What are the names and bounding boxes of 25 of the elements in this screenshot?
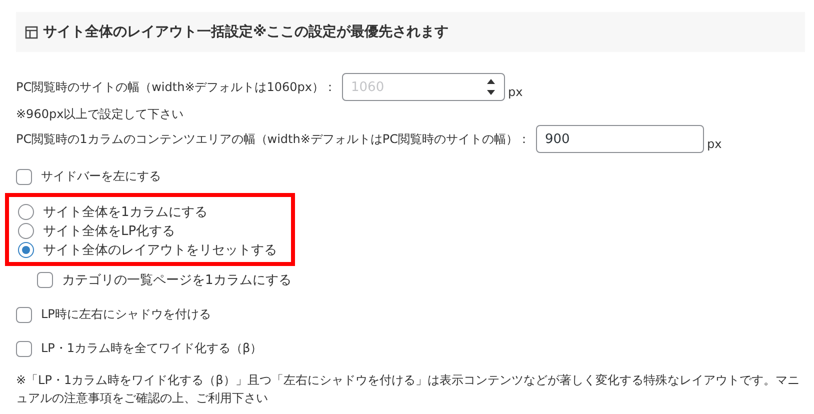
checkbox[interactable] bbox=[37, 272, 53, 288]
field-note: ※960px以上で設定して下さい bbox=[16, 106, 185, 123]
radio-button[interactable] bbox=[18, 242, 34, 258]
radio-button[interactable] bbox=[18, 204, 34, 220]
checkbox[interactable] bbox=[16, 340, 32, 356]
footnote: ※「LP・1カラム時をワイド化する（β）」且つ「左右にシャドウを付ける」は表示コンテンツなどが著しく変化する特殊なレイアウトです。マニュアルの注意事項をご確認の上、ご利用下さい bbox=[16, 372, 800, 407]
radio-label: サイト全体を1カラムにする bbox=[43, 204, 208, 220]
unit-label: px bbox=[707, 137, 722, 151]
checkbox[interactable] bbox=[16, 306, 32, 322]
field-label: PC閲覧時のサイトの幅（width※デフォルトは1060px）： bbox=[16, 78, 336, 96]
checkbox-label: サイドバーを左にする bbox=[41, 168, 161, 185]
input-field[interactable]: 900 bbox=[536, 125, 704, 153]
number-field[interactable]: 1060 bbox=[342, 73, 506, 101]
section-title: サイト全体のレイアウト一括設定※ここの設定が最優先されます bbox=[43, 23, 449, 41]
checkbox-label: カテゴリの一覧ページを1カラムにする bbox=[62, 272, 292, 289]
checkbox-label: LP時に左右にシャドウを付ける bbox=[41, 306, 211, 323]
radio-button[interactable] bbox=[18, 222, 34, 238]
field-label: PC閲覧時の1カラムのコンテンツエリアの幅（width※デフォルトはPC閲覧時のサイトの幅）： bbox=[16, 130, 530, 148]
layout-icon bbox=[25, 26, 38, 38]
radio-label: サイト全体をLP化する bbox=[43, 222, 176, 240]
checkbox[interactable] bbox=[16, 168, 32, 184]
unit-label: px bbox=[508, 85, 523, 99]
checkbox-label: LP・1カラム時を全てワイド化する（β） bbox=[41, 340, 262, 357]
radio-label: サイト全体のレイアウトをリセットする bbox=[43, 242, 277, 258]
spinner-icon bbox=[487, 78, 496, 96]
